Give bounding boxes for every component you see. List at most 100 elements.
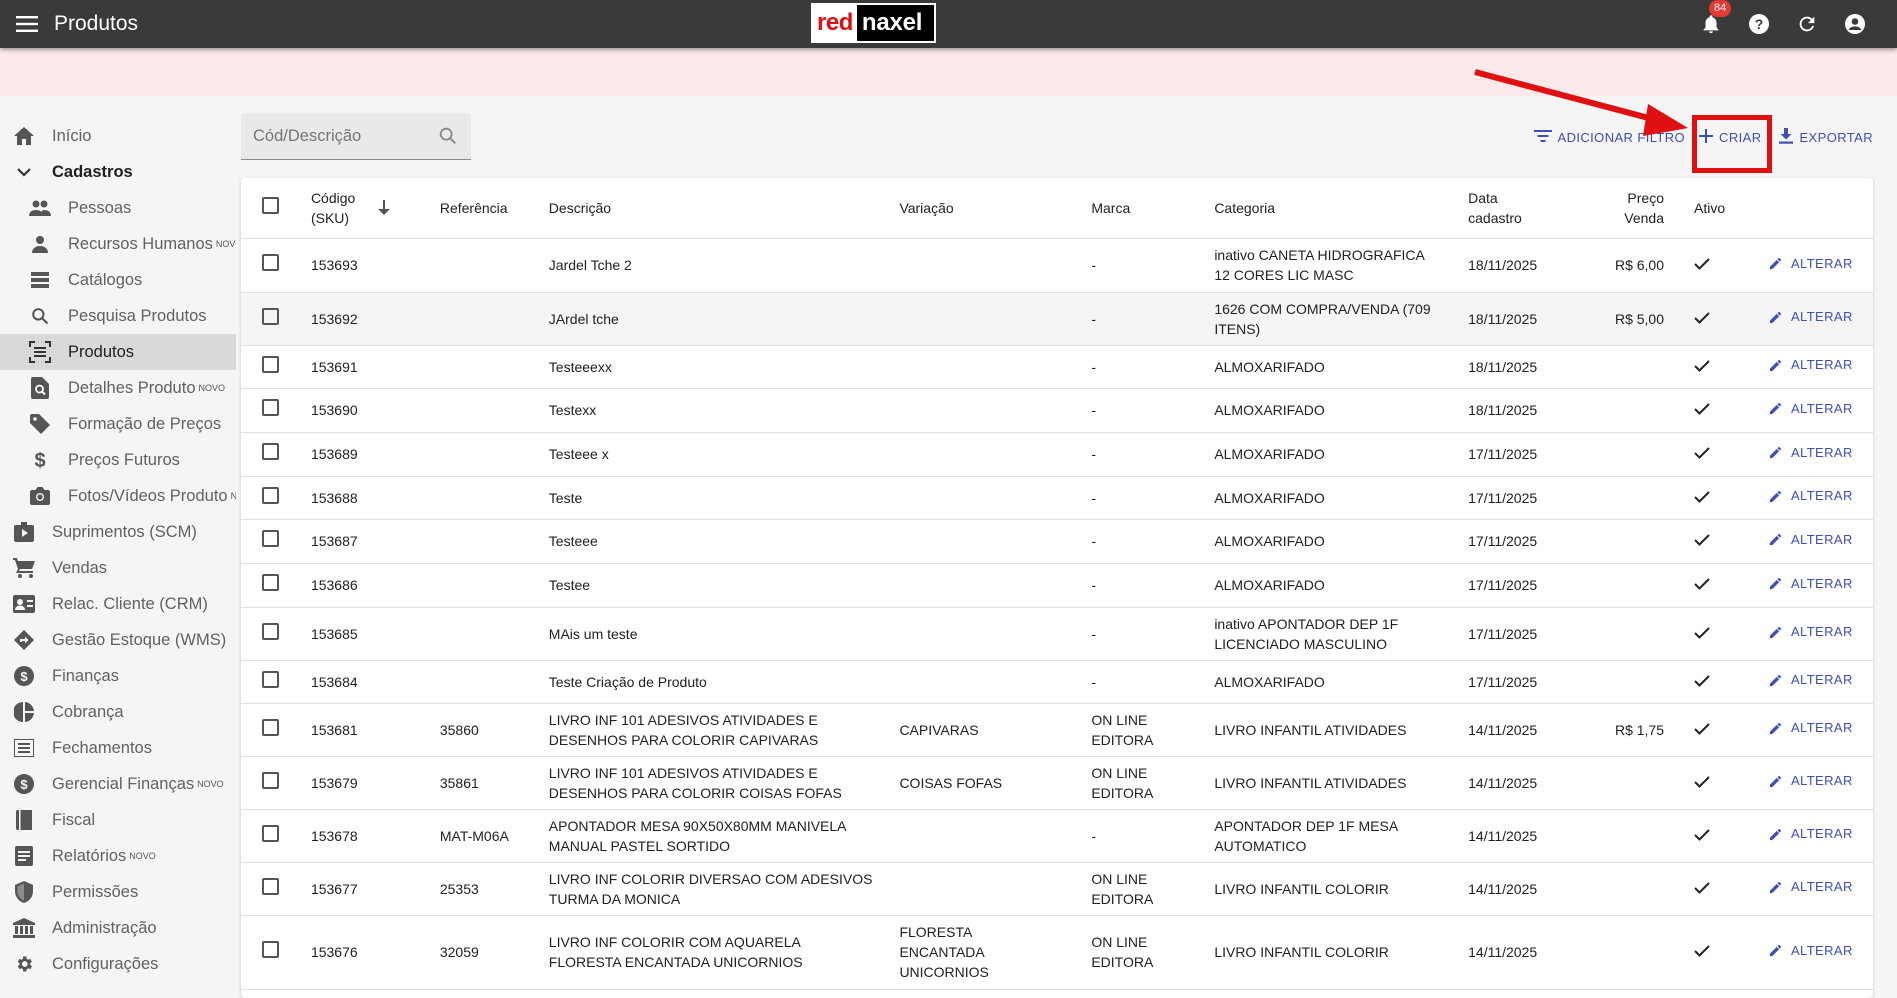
sidebar-item-cobran-a[interactable]: Cobrança [0, 694, 236, 730]
edit-button[interactable]: ALTERAR [1768, 718, 1853, 738]
sidebar-item-relat-rios[interactable]: Relatórios NOVO [0, 838, 236, 874]
row-checkbox[interactable] [262, 771, 279, 789]
header-variation[interactable]: Variação [899, 178, 1092, 239]
edit-button[interactable]: ALTERAR [1768, 670, 1853, 690]
add-filter-button[interactable]: ADICIONAR FILTRO [1533, 129, 1686, 146]
sidebar-item-pesquisa-produtos[interactable]: Pesquisa Produtos [0, 298, 236, 334]
header-code[interactable]: Código (SKU) [310, 178, 440, 239]
header-category[interactable]: Categoria [1214, 178, 1469, 239]
edit-button[interactable]: ALTERAR [1768, 530, 1853, 550]
sidebar-item-cadastros[interactable]: Cadastros [0, 154, 236, 190]
table-row[interactable]: 153681 35860 LIVRO INF 101 ADESIVOS ATIVID… [241, 703, 1873, 757]
svg-text:$: $ [20, 777, 28, 792]
table-row[interactable]: 153676 32059 LIVRO INF COLORIR COM AQUAREL… [241, 915, 1873, 990]
refresh-icon[interactable] [1795, 12, 1819, 36]
edit-button[interactable]: ALTERAR [1768, 941, 1853, 961]
row-checkbox[interactable] [262, 254, 279, 271]
table-row[interactable]: 153684 Teste Criação de Produto - ALMOXARIF… [241, 660, 1873, 704]
sidebar-item-gerencial-finan-as[interactable]: $ Gerencial Finanças NOVO [0, 766, 236, 802]
sidebar-item-suprimentos-scm[interactable]: Suprimentos (SCM) [0, 514, 236, 550]
pencil-icon [1768, 625, 1783, 640]
row-checkbox[interactable] [262, 941, 279, 958]
sidebar-item-label: Permissões [52, 882, 139, 901]
notifications-icon[interactable]: 84 [1699, 0, 1732, 36]
table-row[interactable]: 153690 Testexx - ALMOXARIFADO 18/11/2025 ALTE… [241, 388, 1873, 433]
sidebar-item-administra-o[interactable]: Administração [0, 910, 236, 946]
cell-date: 14/11/2025 [1468, 703, 1587, 757]
sidebar-item-fiscal[interactable]: Fiscal [0, 802, 236, 838]
sidebar-item-gest-o-estoque-wms[interactable]: Gestão Estoque (WMS) [0, 622, 236, 658]
header-brand[interactable]: Marca [1091, 178, 1215, 239]
row-checkbox[interactable] [262, 574, 279, 591]
row-checkbox[interactable] [262, 824, 279, 842]
row-checkbox[interactable] [262, 399, 279, 416]
sidebar-item-recursos-humanos[interactable]: Recursos HumanosNOVO [0, 226, 236, 262]
sidebar-item-fechamentos[interactable]: Fechamentos [0, 730, 236, 766]
edit-button[interactable]: ALTERAR [1768, 307, 1853, 327]
cell-variation [899, 563, 1092, 608]
header-date[interactable]: Data cadastro [1468, 178, 1587, 239]
cell-variation [899, 238, 1092, 293]
cell-actions: ALTERAR [1739, 660, 1873, 704]
sidebar-item-vendas[interactable]: Vendas [0, 550, 236, 586]
table-row[interactable]: 153693 Jardel Tche 2 - inativo CANETA HIDRO… [241, 238, 1873, 293]
search-icon[interactable] [437, 125, 459, 152]
table-row[interactable]: 153688 Teste - ALMOXARIFADO 17/11/2025 ALTERA… [241, 476, 1873, 520]
row-checkbox[interactable] [262, 718, 279, 736]
edit-button[interactable]: ALTERAR [1768, 486, 1853, 506]
table-row[interactable]: 153679 35861 LIVRO INF 101 ADESIVOS ATIVID… [241, 756, 1873, 810]
sort-arrow-down-icon[interactable] [377, 199, 391, 216]
table-row[interactable]: 153687 Testeee - ALMOXARIFADO 17/11/2025 ALTE… [241, 519, 1873, 564]
table-row[interactable]: 153677 25353 LIVRO INF COLORIR DIVERSAO CO… [241, 862, 1873, 916]
table-row[interactable]: 153686 Testee - ALMOXARIFADO 17/11/2025 ALTER… [241, 563, 1873, 608]
table-row[interactable]: 153689 Testeee x - ALMOXARIFADO 17/11/2025 AL… [241, 432, 1873, 477]
edit-button[interactable]: ALTERAR [1768, 622, 1853, 642]
sidebar-item-finan-as[interactable]: $ Finanças [0, 658, 236, 694]
table-row[interactable]: 153691 Testeeexx - ALMOXARIFADO 18/11/2025 AL… [241, 345, 1873, 389]
table-row[interactable]: 153678 MAT-M06A APONTADOR MESA 90X50X80MM … [241, 809, 1873, 863]
row-checkbox[interactable] [262, 877, 279, 895]
account-icon[interactable] [1843, 12, 1867, 36]
cell-actions: ALTERAR [1739, 862, 1873, 916]
table-row[interactable]: 153685 MAis um teste - inativo APONTADOR DE… [241, 607, 1873, 661]
header-description[interactable]: Descrição [548, 178, 900, 239]
sidebar-item-permiss-es[interactable]: Permissões [0, 874, 236, 910]
cell-brand: - [1091, 345, 1215, 389]
row-checkbox[interactable] [262, 530, 279, 547]
sidebar-item-detalhes-produto[interactable]: Detalhes Produto NOVO [0, 370, 236, 406]
edit-button[interactable]: ALTERAR [1768, 574, 1853, 594]
edit-button[interactable]: ALTERAR [1768, 399, 1853, 419]
cell-category: LIVRO INFANTIL ATIVIDADES [1214, 703, 1469, 757]
header-price[interactable]: Preço Venda [1586, 178, 1670, 239]
row-checkbox[interactable] [262, 355, 279, 373]
sidebar-item-relac-cliente-crm[interactable]: Relac. Cliente (CRM) [0, 586, 236, 622]
sidebar-item-cat-logos[interactable]: Catálogos [0, 262, 236, 298]
edit-button[interactable]: ALTERAR [1768, 771, 1853, 791]
sidebar-item-pre-os-futuros[interactable]: $ Preços Futuros [0, 442, 236, 478]
select-all-checkbox[interactable] [262, 196, 279, 214]
export-button[interactable]: EXPORTAR [1779, 128, 1873, 147]
row-checkbox[interactable] [262, 307, 279, 325]
edit-button[interactable]: ALTERAR [1768, 355, 1853, 375]
row-checkbox[interactable] [262, 486, 279, 504]
sidebar-item-pessoas[interactable]: Pessoas [0, 190, 236, 226]
sidebar-item-fotos-v-deos-produto[interactable]: Fotos/Vídeos ProdutoNOVO [0, 478, 236, 514]
help-icon[interactable]: ? [1747, 12, 1771, 36]
row-checkbox[interactable] [262, 670, 279, 688]
edit-button[interactable]: ALTERAR [1768, 254, 1853, 274]
menu-icon[interactable] [0, 0, 54, 48]
table-row[interactable]: 153692 JArdel tche -1626 COM COMPRA/VENDA … [241, 292, 1873, 346]
sidebar-item-configura-es[interactable]: Configurações [0, 946, 236, 982]
sidebar-item-produtos[interactable]: Produtos [0, 334, 236, 370]
row-checkbox[interactable] [262, 622, 279, 640]
row-checkbox[interactable] [262, 443, 279, 460]
sidebar-item-in-cio[interactable]: Início [0, 118, 236, 154]
edit-button[interactable]: ALTERAR [1768, 877, 1853, 897]
edit-button[interactable]: ALTERAR [1768, 443, 1853, 463]
search-input[interactable] [253, 126, 423, 146]
sidebar-item-forma-o-de-pre-os[interactable]: Formação de Preços [0, 406, 236, 442]
edit-button[interactable]: ALTERAR [1768, 824, 1853, 844]
header-reference[interactable]: Referência [439, 178, 549, 239]
cell-description: Testexx [548, 388, 900, 433]
header-active[interactable]: Ativo [1670, 178, 1740, 239]
